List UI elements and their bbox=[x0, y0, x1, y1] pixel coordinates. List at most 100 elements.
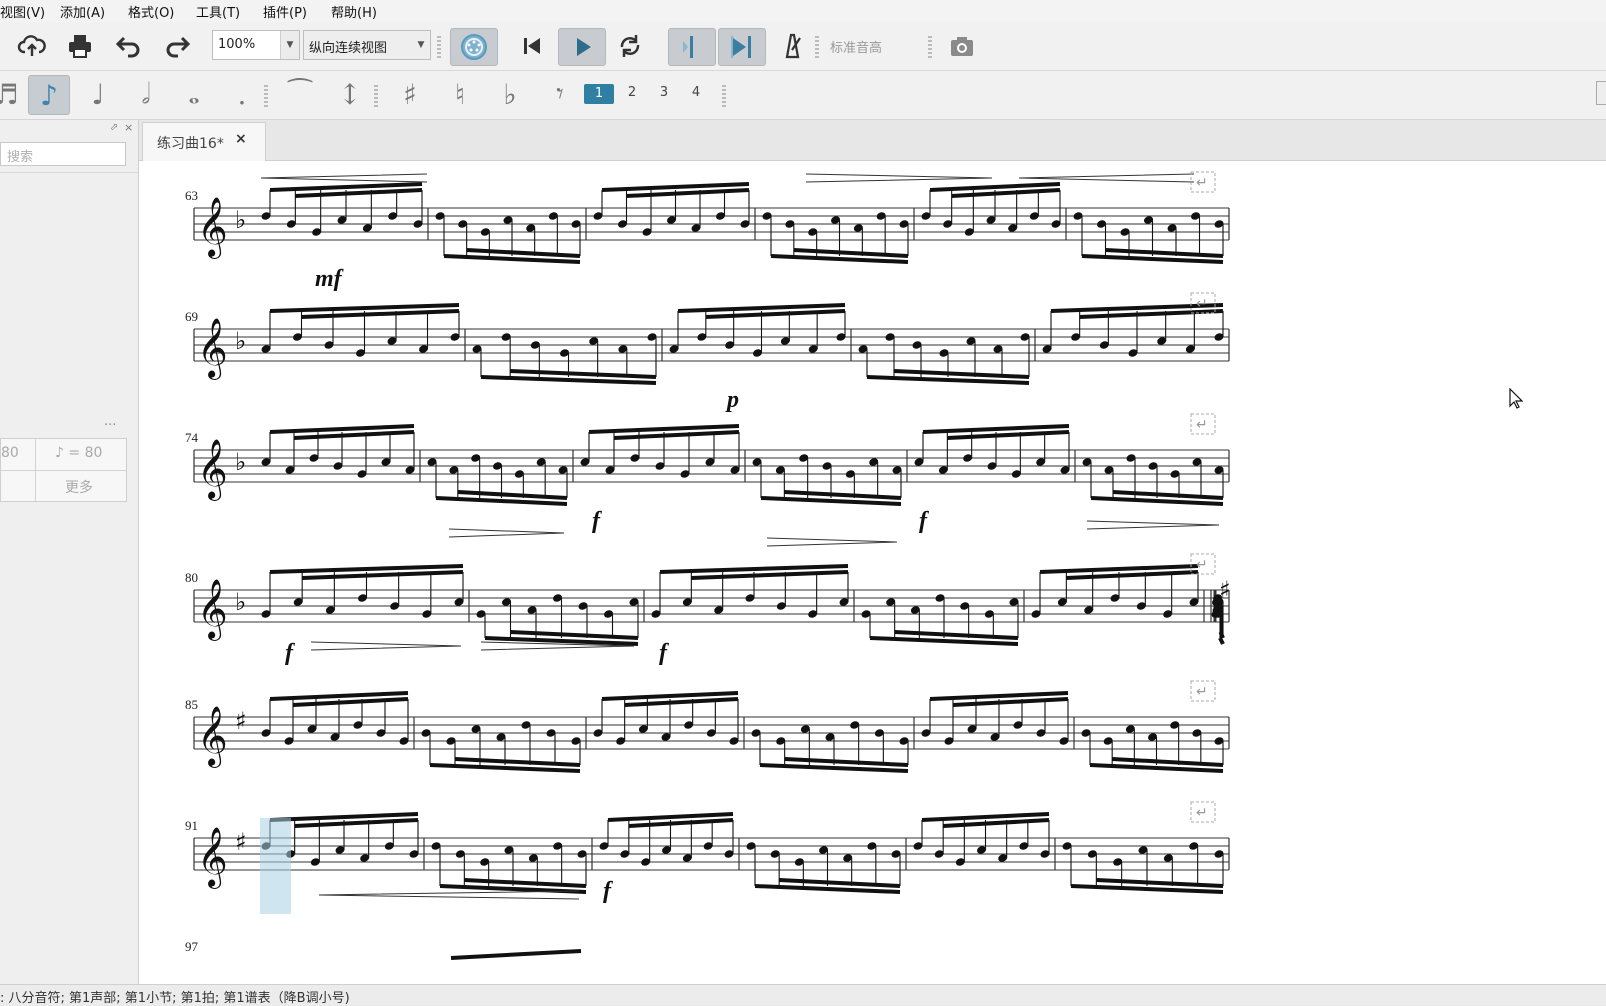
score-canvas[interactable]: 63 𝄞 ♭ mf ↵ 69 𝄞 ♭ p ↵ 74 𝄞 ♭ f f ↵ 80 ♯ 𝄞 ♭ f f ↵ 85 𝄞 ♯ ↵ 91 𝄞 ♯ f ↵ 9… bbox=[139, 161, 1606, 984]
selection-highlight bbox=[260, 818, 291, 914]
document-tab-bar: 练习曲16* × bbox=[139, 120, 1606, 161]
chevron-down-icon[interactable]: ▼ bbox=[280, 31, 299, 59]
rewind-icon[interactable] bbox=[512, 28, 552, 64]
chevron-down-icon[interactable]: ▼ bbox=[412, 31, 430, 59]
menu-view[interactable]: 视图(V) bbox=[0, 2, 45, 21]
beam bbox=[626, 188, 750, 198]
sixteenth-note-icon[interactable]: ♬ bbox=[0, 75, 26, 113]
decrescendo-hairpin bbox=[1086, 520, 1220, 530]
toolbar-separator bbox=[264, 85, 268, 107]
cloud-upload-icon[interactable] bbox=[12, 28, 52, 64]
measure-number: 97 bbox=[185, 939, 199, 954]
loop-in-icon[interactable] bbox=[668, 28, 716, 66]
return-icon: ↵ bbox=[1196, 805, 1208, 821]
float-icon[interactable]: ⬀ bbox=[110, 122, 118, 133]
beam bbox=[510, 630, 639, 640]
redo-icon[interactable] bbox=[158, 28, 198, 64]
menu-bar: 视图(V) 添加(A) 格式(O) 工具(T) 插件(P) 帮助(H) bbox=[0, 0, 1606, 23]
menu-help[interactable]: 帮助(H) bbox=[331, 2, 377, 21]
tab-title: 练习曲16* bbox=[157, 136, 224, 152]
beam bbox=[784, 490, 902, 500]
crescendo-hairpin bbox=[260, 173, 428, 183]
natural-icon[interactable]: ♮ bbox=[440, 75, 480, 113]
note-input-toolbar: ♬ ♪ ♩ 𝅗𝅥 𝅝 . ⁀ ↕ ♯ ♮ ♭ 𝄾 1 2 3 4 bbox=[0, 71, 1606, 120]
play-icon[interactable] bbox=[558, 28, 606, 66]
menu-tools[interactable]: 工具(T) bbox=[196, 2, 240, 21]
zoom-combo[interactable]: 100% ▼ bbox=[212, 30, 300, 60]
treble-clef: 𝄞 bbox=[197, 579, 228, 641]
beam bbox=[293, 430, 415, 440]
loop-icon[interactable] bbox=[610, 28, 650, 64]
flat-icon[interactable]: ♭ bbox=[490, 75, 530, 113]
tab-score[interactable]: 练习曲16* × bbox=[142, 122, 266, 161]
beam bbox=[294, 818, 419, 828]
flip-direction-icon[interactable]: ↕ bbox=[330, 75, 370, 113]
menu-add[interactable]: 添加(A) bbox=[60, 2, 105, 21]
whole-note-icon[interactable]: 𝅝 bbox=[174, 75, 214, 113]
augmentation-dot-icon[interactable]: . bbox=[222, 75, 262, 113]
key-signature: ♯ bbox=[235, 828, 247, 856]
decrescendo-hairpin bbox=[310, 641, 462, 651]
treble-clef: 𝄞 bbox=[197, 439, 228, 501]
tie-icon[interactable]: ⁀ bbox=[280, 75, 320, 113]
beam bbox=[450, 949, 582, 960]
loop-out-icon[interactable] bbox=[718, 28, 766, 66]
camera-icon[interactable] bbox=[942, 28, 982, 64]
concert-pitch-toggle[interactable]: 标准音高 bbox=[830, 37, 882, 56]
divider bbox=[0, 172, 138, 173]
undo-icon[interactable] bbox=[108, 28, 148, 64]
print-icon[interactable] bbox=[60, 28, 100, 64]
half-note-icon[interactable]: 𝅗𝅥 bbox=[126, 75, 166, 113]
key-signature: ♭ bbox=[235, 588, 246, 616]
metronome-icon[interactable] bbox=[772, 28, 812, 64]
toolbar-overflow-handle[interactable] bbox=[1596, 81, 1606, 105]
midi-input-icon[interactable] bbox=[450, 28, 498, 66]
return-icon: ↵ bbox=[1196, 684, 1208, 700]
beam bbox=[784, 757, 909, 767]
status-bar: : 八分音符; 第1声部; 第1小节; 第1拍; 第1谱表（降B调小号) bbox=[0, 984, 1606, 1006]
beam bbox=[295, 188, 423, 198]
beam bbox=[613, 430, 740, 440]
key-signature: ♭ bbox=[235, 327, 246, 355]
search-input[interactable]: 搜索 bbox=[0, 142, 126, 166]
treble-clef: 𝄞 bbox=[197, 706, 228, 768]
beam bbox=[779, 878, 901, 888]
palette-panel: ⬀ × 搜索 ... 80 ♪ = 80 更多 bbox=[0, 120, 139, 984]
crescendo-hairpin bbox=[318, 890, 580, 900]
quarter-note-icon[interactable]: ♩ bbox=[78, 75, 118, 113]
beam bbox=[301, 309, 460, 319]
treble-clef: 𝄞 bbox=[197, 318, 228, 380]
close-icon[interactable]: × bbox=[235, 131, 247, 147]
dynamic-marking: f bbox=[592, 508, 602, 534]
voice-3-button[interactable]: 3 bbox=[654, 85, 674, 100]
mouse-cursor-icon bbox=[1509, 388, 1523, 409]
voice-1-button[interactable]: 1 bbox=[584, 84, 614, 104]
close-icon[interactable]: × bbox=[124, 121, 133, 134]
eighth-note-icon[interactable]: ♪ bbox=[28, 75, 70, 115]
beam bbox=[893, 369, 1030, 379]
voice-2-button[interactable]: 2 bbox=[622, 85, 642, 100]
tempo-cell-80[interactable]: 80 bbox=[1, 445, 19, 461]
tempo-cell-eighth-80[interactable]: ♪ = 80 bbox=[55, 445, 102, 461]
return-icon: ↵ bbox=[1196, 296, 1208, 312]
view-mode-combo[interactable]: 纵向连续视图 ▼ bbox=[303, 30, 431, 60]
beam bbox=[510, 369, 657, 379]
dynamic-marking: mf bbox=[315, 266, 344, 292]
tempo-palette: 80 ♪ = 80 更多 bbox=[0, 438, 127, 502]
menu-format[interactable]: 格式(O) bbox=[128, 2, 174, 21]
sharp-icon[interactable]: ♯ bbox=[390, 75, 430, 113]
toolbar-separator bbox=[437, 36, 441, 58]
beam bbox=[624, 697, 739, 707]
beam bbox=[691, 570, 849, 580]
return-icon: ↵ bbox=[1196, 175, 1208, 191]
tempo-more-button[interactable]: 更多 bbox=[65, 477, 93, 497]
more-options-dots[interactable]: ... bbox=[104, 414, 116, 429]
rest-flip-icon[interactable]: 𝄾 bbox=[540, 75, 580, 113]
return-icon: ↵ bbox=[1196, 557, 1208, 573]
beam bbox=[705, 309, 846, 319]
beam bbox=[1218, 637, 1225, 645]
menu-plugins[interactable]: 插件(P) bbox=[263, 2, 307, 21]
beam bbox=[292, 697, 409, 707]
voice-4-button[interactable]: 4 bbox=[686, 85, 706, 100]
dynamic-marking: p bbox=[725, 387, 739, 413]
